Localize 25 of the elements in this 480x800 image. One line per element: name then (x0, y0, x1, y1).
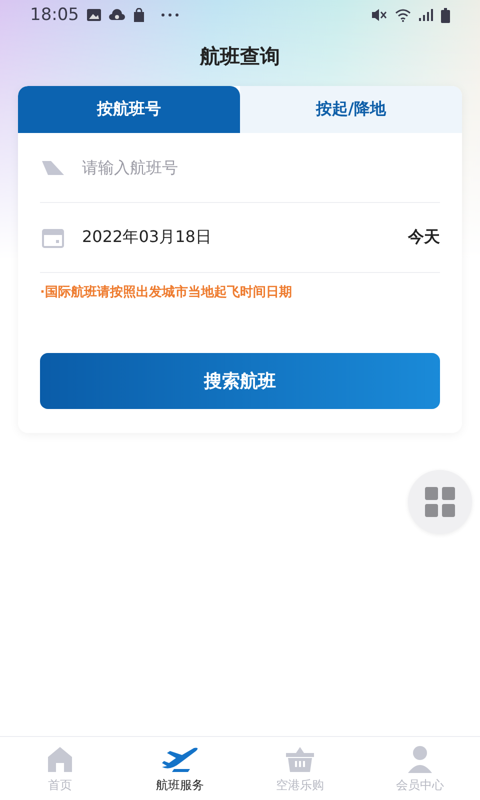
notice-text: ·国际航班请按照出发城市当地起飞时间日期 (40, 284, 292, 301)
tab[interactable]: 按起/降地 (240, 86, 462, 133)
search-flight-button[interactable]: 搜索航班 (40, 353, 440, 409)
airplane-icon (160, 745, 200, 773)
home-icon (46, 745, 74, 773)
cloud-icon (109, 9, 125, 21)
airplane-tail-icon (42, 160, 64, 174)
tab[interactable]: 按航班号 (18, 86, 240, 133)
image-icon (87, 9, 101, 21)
wifi-icon (395, 8, 411, 22)
person-icon (406, 745, 434, 773)
page-title: 航班查询 (198, 43, 281, 70)
nav-tab[interactable]: 航班服务 (120, 737, 240, 800)
calendar-icon (42, 228, 64, 248)
flight-number-field[interactable]: 请输入航班号 (82, 158, 440, 177)
date-value[interactable]: 2022年03月18日 (82, 227, 390, 248)
clock: 18:05 (30, 5, 79, 25)
today-label: 今天 (408, 227, 440, 248)
bag-icon (133, 8, 145, 22)
grid-icon (425, 487, 455, 517)
signal-icon (419, 9, 433, 21)
mute-icon (371, 8, 387, 22)
battery-icon (441, 8, 450, 22)
more-icon (161, 13, 179, 17)
basket-icon (284, 745, 316, 773)
